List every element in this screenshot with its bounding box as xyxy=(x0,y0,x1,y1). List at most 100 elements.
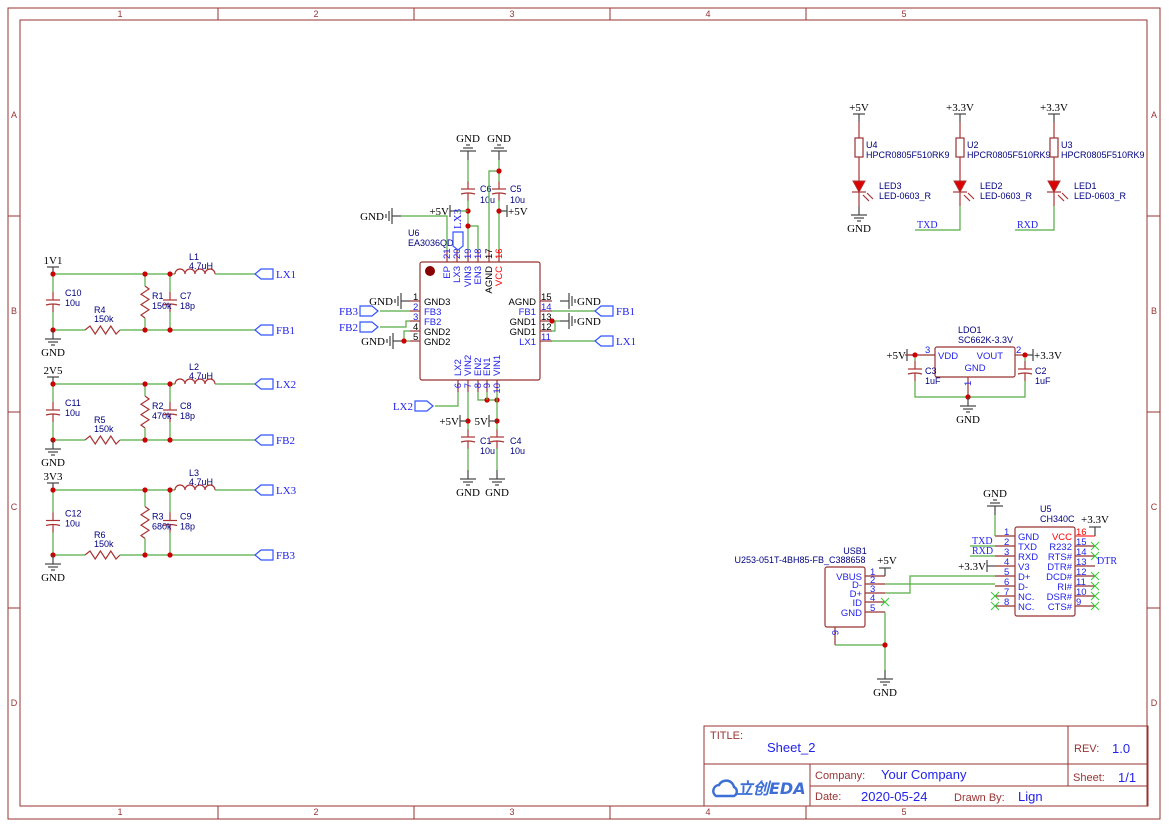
power-symbol[interactable] xyxy=(459,415,468,427)
frame-column-label: 5 xyxy=(901,9,906,19)
part-value: 10u xyxy=(480,195,495,205)
net-flag[interactable] xyxy=(254,378,274,390)
part-value: 1uF xyxy=(925,376,941,386)
frame-column-label: 4 xyxy=(705,807,710,817)
power-symbol[interactable] xyxy=(1048,113,1060,122)
part-ref: R3 xyxy=(152,512,164,522)
input-capacitor[interactable] xyxy=(45,512,61,533)
ground-symbol[interactable] xyxy=(45,330,61,346)
power-symbol[interactable] xyxy=(954,113,966,122)
power-symbol[interactable] xyxy=(499,205,508,217)
wire[interactable] xyxy=(435,392,459,407)
ground-symbol[interactable] xyxy=(385,208,401,224)
net-flag[interactable] xyxy=(414,400,434,412)
net-flag[interactable] xyxy=(254,549,274,561)
supply-label: 1V1 xyxy=(44,255,63,267)
capacitor-c6[interactable] xyxy=(460,181,476,201)
capacitor-c1[interactable] xyxy=(460,429,476,449)
ground-label: GND xyxy=(983,488,1007,500)
frame-row-label: B xyxy=(1151,306,1157,316)
ground-symbol[interactable] xyxy=(877,670,893,686)
junction-dot xyxy=(1022,352,1028,358)
net-flag-label: LX1 xyxy=(276,269,296,281)
part-value: 18p xyxy=(180,522,195,532)
part-value: 10u xyxy=(510,195,525,205)
pin-number: 2 xyxy=(1016,345,1021,356)
divider-resistor-bottom[interactable] xyxy=(84,549,121,561)
wire[interactable] xyxy=(468,225,479,250)
wire[interactable] xyxy=(380,320,410,328)
ground-symbol[interactable] xyxy=(560,313,576,329)
junction-dot xyxy=(496,168,502,174)
date-label: Date: xyxy=(815,791,841,803)
net-flag[interactable] xyxy=(254,324,274,336)
part-ref: U2 xyxy=(967,140,979,150)
frame-column-label: 1 xyxy=(117,807,122,817)
part-value: 150k xyxy=(94,314,114,324)
divider-resistor-top[interactable] xyxy=(139,285,151,319)
part-ref: C9 xyxy=(180,512,192,522)
ground-symbol[interactable] xyxy=(460,470,476,486)
power-symbol[interactable] xyxy=(986,560,995,572)
divider-resistor-top[interactable] xyxy=(139,395,151,429)
led-icon[interactable] xyxy=(852,180,866,194)
ground-label: GND xyxy=(577,296,601,308)
net-flag[interactable] xyxy=(594,335,614,347)
ground-symbol[interactable] xyxy=(386,333,402,349)
ground-label: GND xyxy=(485,487,509,499)
divider-resistor-bottom[interactable] xyxy=(84,434,121,446)
power-label: +3.3V xyxy=(1034,350,1062,362)
net-flag-label: FB3 xyxy=(276,550,295,562)
drawn-by-value: Lign xyxy=(1018,789,1043,804)
net-flag[interactable] xyxy=(254,484,274,496)
pin-name: GND2 xyxy=(424,337,450,348)
net-flag[interactable] xyxy=(452,231,464,251)
pin-number: 5 xyxy=(870,603,875,614)
sheet-label: Sheet: xyxy=(1073,772,1105,784)
ground-symbol[interactable] xyxy=(987,499,1003,515)
net-flag[interactable] xyxy=(254,268,274,280)
part-ref: C4 xyxy=(510,436,522,446)
led-icon[interactable] xyxy=(1047,180,1061,194)
ground-symbol[interactable] xyxy=(851,206,867,222)
input-capacitor[interactable] xyxy=(45,402,61,422)
power-label: +3.3V xyxy=(1040,102,1068,114)
power-label: +5V xyxy=(886,350,906,362)
net-flag-label: FB1 xyxy=(276,325,295,337)
divider-resistor-top[interactable] xyxy=(139,506,151,539)
ground-symbol[interactable] xyxy=(489,470,505,486)
part-value: 4.7uH xyxy=(189,261,213,271)
ground-symbol[interactable] xyxy=(45,440,61,456)
pin-name: NC. xyxy=(1018,602,1034,613)
lceda-logo: 立创EDA xyxy=(712,779,806,798)
input-capacitor[interactable] xyxy=(45,292,61,312)
ground-symbol[interactable] xyxy=(491,144,507,160)
input-capacitor[interactable] xyxy=(907,361,923,381)
junction-dot xyxy=(142,271,148,277)
ground-symbol[interactable] xyxy=(560,293,576,309)
resistor[interactable] xyxy=(955,137,965,158)
net-flag[interactable] xyxy=(254,434,274,446)
part-ref: LED1 xyxy=(1074,181,1097,191)
led-icon[interactable] xyxy=(953,180,967,194)
net-flag[interactable] xyxy=(359,321,379,333)
ground-symbol[interactable] xyxy=(960,397,976,413)
ground-symbol[interactable] xyxy=(394,293,410,309)
ground-symbol[interactable] xyxy=(460,144,476,160)
output-capacitor[interactable] xyxy=(1017,361,1033,381)
pin-name: CTS# xyxy=(1048,602,1073,613)
net-flag-label: FB2 xyxy=(276,435,295,447)
frame-row-label: A xyxy=(1151,110,1157,120)
power-symbol[interactable] xyxy=(853,113,865,122)
resistor[interactable] xyxy=(1049,137,1059,158)
net-flag-label: LX1 xyxy=(616,336,636,348)
part-value: 1uF xyxy=(1035,376,1051,386)
part-ref: C11 xyxy=(65,398,81,408)
schematic-canvas[interactable]: TITLE: Sheet_2 REV: 1.0 Company: Your Co… xyxy=(0,0,1169,827)
ground-symbol[interactable] xyxy=(45,555,61,571)
power-symbol[interactable] xyxy=(488,415,497,427)
divider-resistor-bottom[interactable] xyxy=(84,324,121,336)
junction-dot xyxy=(167,327,173,333)
resistor[interactable] xyxy=(854,137,864,158)
pin-name: VIN1 xyxy=(492,355,503,376)
